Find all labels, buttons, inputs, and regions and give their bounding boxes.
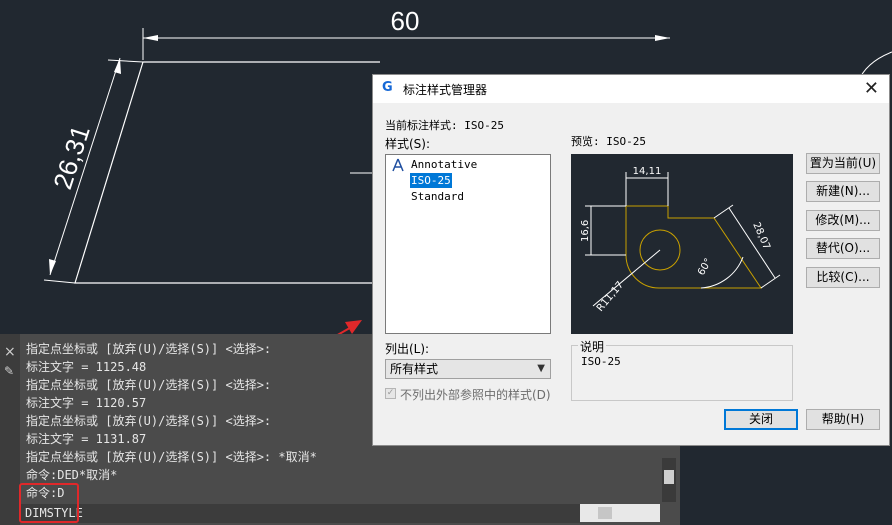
dialog-titlebar[interactable]: G 标注样式管理器 ✕	[373, 75, 889, 103]
command-line: 命令:D	[26, 486, 65, 500]
dim-arrow-down	[49, 259, 56, 275]
style-item-annotative[interactable]: Annotative	[410, 157, 478, 172]
list-label: 列出(L):	[385, 342, 430, 356]
style-item-standard[interactable]: Standard	[410, 189, 465, 204]
ext-line-left-top	[107, 59, 144, 63]
help-button[interactable]: 帮助(H)	[806, 409, 880, 430]
command-line: 命令:DED*取消*	[26, 468, 118, 482]
command-window-sidebar: × ✎	[0, 334, 20, 525]
list-select[interactable]: 所有样式 ▼	[385, 359, 551, 379]
parallelogram-shape	[74, 61, 380, 284]
preview-dim-5: R11,17	[595, 280, 626, 314]
exclude-xref-checkbox[interactable]: ✓	[385, 388, 396, 399]
description-label: 说明	[578, 338, 607, 355]
command-hscrollbar[interactable]	[580, 504, 660, 522]
dim-arrow-left	[143, 35, 158, 41]
new-button[interactable]: 新建(N)...	[806, 181, 880, 202]
current-style-label: 当前标注样式: ISO-25	[385, 119, 504, 132]
highlight-box	[19, 483, 79, 523]
preview-dim-3: 28,07	[750, 221, 772, 252]
list-select-value: 所有样式	[390, 362, 439, 376]
dialog-title: 标注样式管理器	[403, 83, 488, 97]
dim-text-top: 60	[391, 6, 420, 36]
description-group: 说明 ISO-25	[571, 338, 793, 401]
description-text: ISO-25	[581, 355, 621, 368]
modify-button[interactable]: 修改(M)...	[806, 210, 880, 231]
close-icon[interactable]: ×	[4, 344, 16, 360]
preview-drawing: 14,11 16,6 28,07 60° R11,17	[580, 166, 781, 314]
command-line: 指定点坐标或 [放弃(U)/选择(S)] <选择>: *取消*	[26, 450, 317, 464]
preview-dim-4: 60°	[696, 257, 714, 278]
dimension-style-manager-dialog: G 标注样式管理器 ✕ 当前标注样式: ISO-25 样式(S): Annota…	[372, 74, 890, 446]
command-scrollbar[interactable]	[662, 458, 676, 502]
dim-arrow-right	[655, 35, 670, 41]
app-logo-icon: G	[382, 80, 393, 95]
style-list[interactable]: Annotative ISO-25 Standard	[385, 154, 551, 334]
callout-arrow-head	[345, 320, 362, 334]
set-current-button[interactable]: 置为当前(U)	[806, 153, 880, 174]
annotative-icon	[392, 158, 404, 172]
preview-dim-2: 16,6	[580, 220, 591, 242]
command-input[interactable]: DIMSTYLE	[20, 504, 580, 523]
exclude-xref-label: 不列出外部参照中的样式(D)	[400, 388, 551, 402]
preview-dim-1: 14,11	[633, 166, 662, 177]
close-icon[interactable]: ✕	[864, 78, 879, 99]
ext-line-left-bottom	[43, 279, 76, 284]
styles-label: 样式(S):	[385, 137, 431, 151]
scrollbar-thumb[interactable]	[664, 470, 674, 484]
pencil-icon[interactable]: ✎	[4, 364, 14, 378]
close-button[interactable]: 关闭	[724, 409, 798, 430]
override-button[interactable]: 替代(O)...	[806, 238, 880, 259]
style-item-iso-25[interactable]: ISO-25	[410, 173, 452, 188]
hscrollbar-thumb[interactable]	[598, 507, 612, 519]
chevron-down-icon: ▼	[537, 363, 545, 374]
style-preview: 14,11 16,6 28,07 60° R11,17	[571, 154, 793, 334]
compare-button[interactable]: 比较(C)...	[806, 267, 880, 288]
preview-label: 预览: ISO-25	[571, 135, 646, 148]
